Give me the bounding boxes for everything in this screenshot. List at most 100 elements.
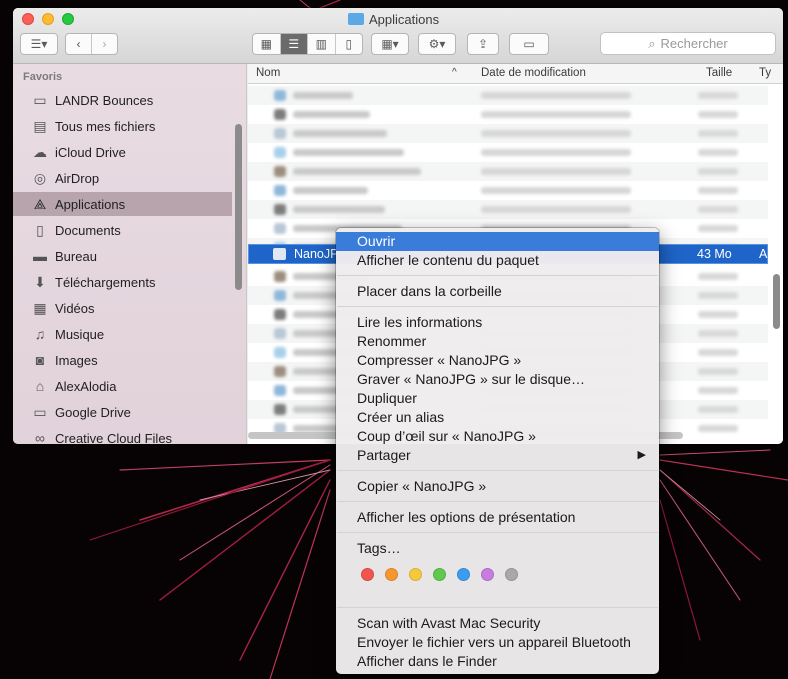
- menu-item-burn[interactable]: Graver « NanoJPG » sur le disque…: [336, 370, 659, 389]
- blurred-text: [698, 168, 738, 175]
- sidebar-item-documents[interactable]: ▯ Documents: [13, 218, 232, 242]
- tag-color-dot[interactable]: [505, 568, 518, 581]
- share-button[interactable]: ⇪: [467, 33, 499, 55]
- sidebar-item-all-files[interactable]: ▤ Tous mes fichiers: [13, 114, 232, 138]
- sidebar-item-applications[interactable]: ⟁ Applications: [13, 192, 232, 216]
- app-icon: [274, 147, 286, 158]
- blurred-text: [293, 168, 421, 175]
- app-icon: [274, 328, 286, 339]
- menu-separator: [337, 501, 658, 502]
- list-view-button[interactable]: ☰: [280, 34, 308, 54]
- menu-item-open[interactable]: Ouvrir: [336, 232, 659, 251]
- app-icon: [274, 90, 286, 101]
- all-files-icon: ▤: [33, 117, 47, 134]
- menu-item-copy[interactable]: Copier « NanoJPG »: [336, 477, 659, 496]
- icon-view-button[interactable]: ▦: [253, 34, 281, 54]
- menu-item-show-in-finder[interactable]: Afficher dans le Finder: [336, 652, 659, 671]
- gear-icon: ⚙▾: [428, 37, 446, 51]
- menu-item-view-options[interactable]: Afficher les options de présentation: [336, 508, 659, 527]
- tag-color-dot[interactable]: [385, 568, 398, 581]
- column-header-name[interactable]: Nom: [256, 67, 280, 79]
- menu-item-send-bluetooth[interactable]: Envoyer le fichier vers un appareil Blue…: [336, 633, 659, 652]
- menu-item-make-alias[interactable]: Créer un alias: [336, 408, 659, 427]
- app-icon: [274, 290, 286, 301]
- blurred-text: [481, 149, 631, 156]
- menu-item-avast-scan[interactable]: Scan with Avast Mac Security: [336, 614, 659, 633]
- view-mode-segment: ▦ ☰ ▥ ▯: [252, 33, 363, 55]
- tag-color-dot[interactable]: [433, 568, 446, 581]
- menu-item-get-info[interactable]: Lire les informations: [336, 313, 659, 332]
- list-vertical-scrollbar[interactable]: [773, 274, 780, 329]
- sidebar-item-home[interactable]: ⌂ AlexAlodia: [13, 374, 232, 398]
- blurred-text: [481, 130, 631, 137]
- sidebar-item-music[interactable]: ♫ Musique: [13, 322, 232, 346]
- arrange-button[interactable]: ▦▾: [371, 33, 409, 55]
- blurred-text: [481, 92, 631, 99]
- column-header-type[interactable]: Ty: [759, 67, 771, 79]
- menu-item-tags[interactable]: Tags…: [336, 539, 659, 558]
- sidebar-item-videos[interactable]: ▦ Vidéos: [13, 296, 232, 320]
- action-button[interactable]: ⚙▾: [418, 33, 456, 55]
- minimize-button[interactable]: [42, 13, 54, 25]
- blurred-text: [698, 406, 738, 413]
- menu-item-quick-look[interactable]: Coup d’œil sur « NanoJPG »: [336, 427, 659, 446]
- menu-item-share[interactable]: Partager ▶: [336, 446, 659, 465]
- app-icon: [274, 128, 286, 139]
- row-size: 43 Mo: [697, 247, 732, 261]
- cover-flow-button[interactable]: ▯: [336, 34, 363, 54]
- app-icon: [274, 347, 286, 358]
- sidebar-scrollbar[interactable]: [235, 124, 242, 290]
- cloud-icon: ☁: [33, 143, 47, 160]
- menu-item-move-to-trash[interactable]: Placer dans la corbeille: [336, 282, 659, 301]
- zoom-button[interactable]: [62, 13, 74, 25]
- list-row[interactable]: [248, 143, 768, 162]
- sidebar-view-menu-button[interactable]: ☰▾: [20, 33, 58, 55]
- column-header-size[interactable]: Taille: [706, 67, 732, 79]
- tag-color-dot[interactable]: [361, 568, 374, 581]
- list-row[interactable]: [248, 162, 768, 181]
- column-view-button[interactable]: ▥: [308, 34, 336, 54]
- sidebar-item-icloud-drive[interactable]: ☁ iCloud Drive: [13, 140, 232, 164]
- documents-icon: ▯: [36, 221, 44, 238]
- toolbar: Applications ☰▾ ‹ › ▦ ☰ ▥ ▯ ▦▾ ⚙▾ ⇪ ▭ ⌕ …: [13, 8, 783, 64]
- blurred-text: [698, 130, 738, 137]
- blurred-text: [698, 206, 738, 213]
- grid-icon: ▦▾: [381, 37, 399, 51]
- sidebar-item-downloads[interactable]: ⬇ Téléchargements: [13, 270, 232, 294]
- applications-folder-icon: [348, 13, 364, 25]
- app-icon: [273, 248, 286, 260]
- menu-item-compress[interactable]: Compresser « NanoJPG »: [336, 351, 659, 370]
- list-row[interactable]: [248, 200, 768, 219]
- menu-separator: [337, 532, 658, 533]
- forward-button[interactable]: ›: [92, 34, 117, 54]
- sidebar-item-creative-cloud[interactable]: ∞ Creative Cloud Files: [13, 426, 232, 444]
- tag-color-dot[interactable]: [409, 568, 422, 581]
- list-row[interactable]: [248, 105, 768, 124]
- search-placeholder: Rechercher: [660, 36, 728, 51]
- tag-color-dot[interactable]: [481, 568, 494, 581]
- tag-color-dot[interactable]: [457, 568, 470, 581]
- sidebar-item-bureau[interactable]: ▬ Bureau: [13, 244, 232, 268]
- blurred-text: [481, 168, 631, 175]
- app-icon: [274, 271, 286, 282]
- camera-icon: ◙: [35, 352, 45, 368]
- list-row[interactable]: [248, 124, 768, 143]
- sidebar-item-landr-bounces[interactable]: ▭ LANDR Bounces: [13, 88, 232, 112]
- column-header-date[interactable]: Date de modification: [481, 67, 586, 79]
- list-row[interactable]: [248, 181, 768, 200]
- menu-item-rename[interactable]: Renommer: [336, 332, 659, 351]
- sidebar-item-airdrop[interactable]: ◎ AirDrop: [13, 166, 232, 190]
- menu-item-show-package-contents[interactable]: Afficher le contenu du paquet: [336, 251, 659, 270]
- blurred-text: [698, 349, 738, 356]
- menu-item-duplicate[interactable]: Dupliquer: [336, 389, 659, 408]
- back-button[interactable]: ‹: [66, 34, 92, 54]
- search-icon: ⌕: [648, 35, 656, 51]
- sidebar-item-images[interactable]: ◙ Images: [13, 348, 232, 372]
- close-button[interactable]: [22, 13, 34, 25]
- list-row[interactable]: [248, 86, 768, 105]
- context-menu: Ouvrir Afficher le contenu du paquet Pla…: [336, 228, 659, 674]
- blurred-text: [698, 368, 738, 375]
- search-field[interactable]: ⌕ Rechercher: [600, 32, 776, 55]
- sidebar-item-google-drive[interactable]: ▭ Google Drive: [13, 400, 232, 424]
- tags-button[interactable]: ▭: [509, 33, 549, 55]
